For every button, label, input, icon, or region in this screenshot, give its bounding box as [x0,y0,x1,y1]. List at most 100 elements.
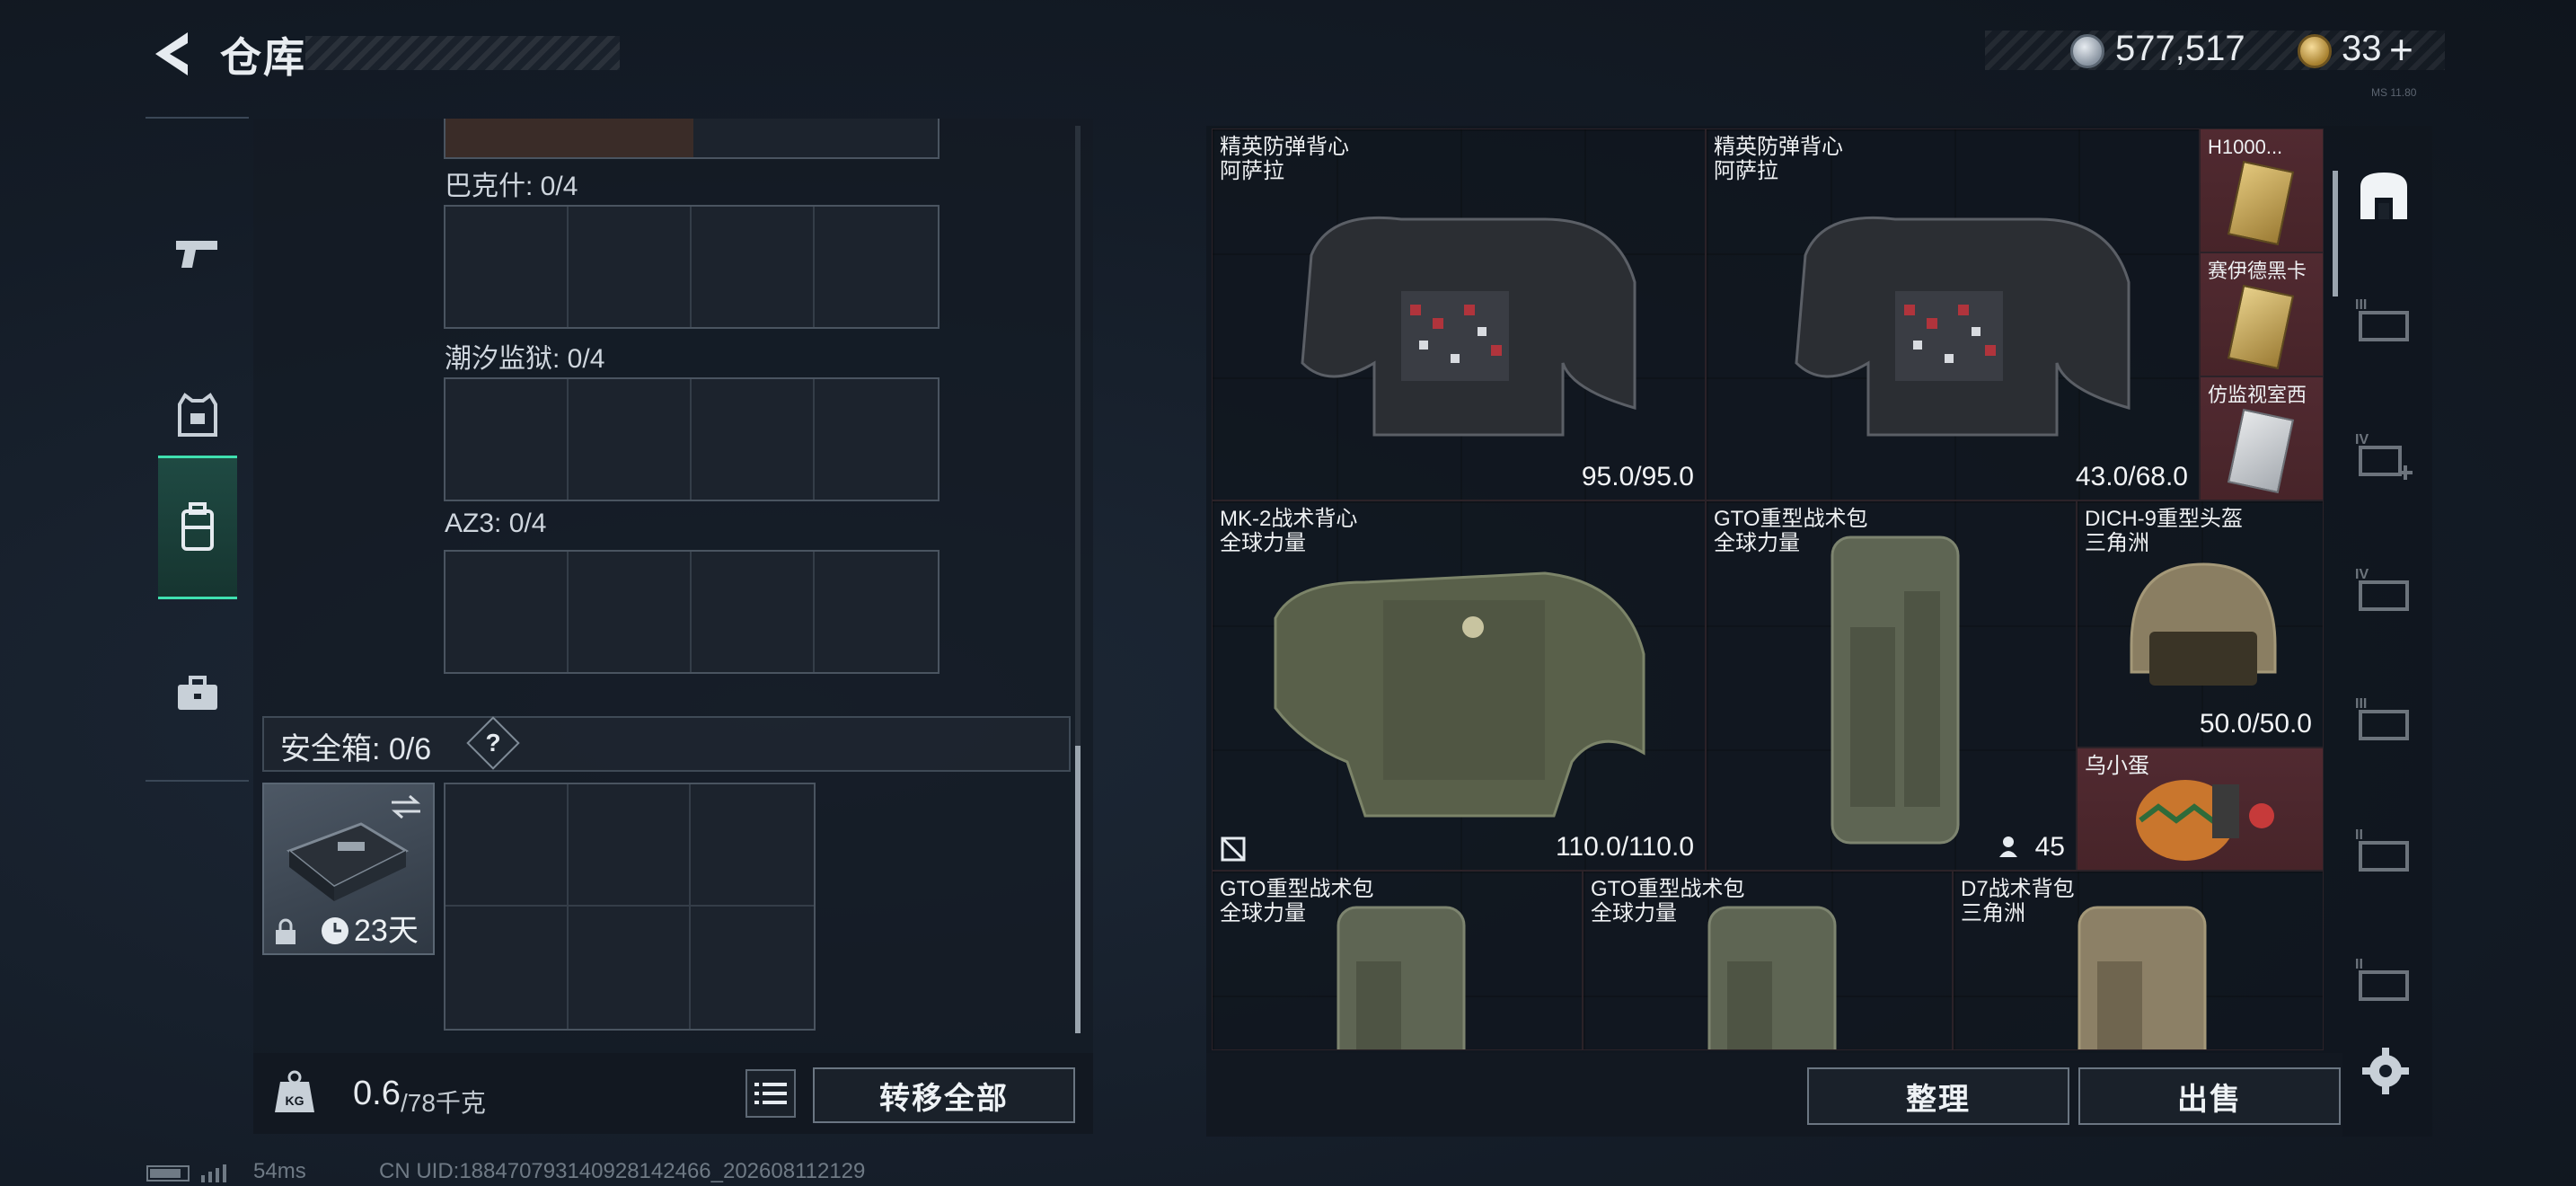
storage-tab-icon[interactable]: II [2353,954,2416,1006]
list-view-button[interactable] [745,1069,796,1118]
stash-tab-label: II [2355,828,2363,843]
version-tag: MS 11.80 [2371,86,2417,99]
container-grid[interactable] [444,377,940,501]
stash-tab-label: IV [2355,432,2369,447]
no-transfer-icon [1221,836,1246,862]
stash-tier-icon: III [2355,297,2409,341]
settings-gear-icon[interactable] [2360,1046,2411,1096]
user-uid: CN UID:18847079314092814​2466_2026081121… [379,1159,866,1183]
item-origin: 全球力量 [1220,531,1306,555]
gold-amount: 33 [2342,29,2382,68]
add-currency-button[interactable]: + [2389,25,2413,74]
storage-tab-icon[interactable]: IV [2353,429,2416,482]
warehouse-icon[interactable] [2353,167,2414,225]
item-name: 乌小蛋 [2085,754,2149,778]
item-card[interactable]: 乌小蛋 [2077,748,2324,871]
item-card[interactable]: H1000... [2200,128,2324,252]
stash-tab-label: III [2355,696,2367,712]
inventory-scrollbar[interactable] [2333,171,2338,296]
item-card[interactable]: GTO重型战术包 全球力量 [1583,871,1953,1050]
armor-vest-image [1795,216,2130,437]
item-name: 赛伊德黑卡 [2208,260,2307,282]
item-origin: 阿萨拉 [1714,159,1778,183]
gold-coin-icon [2298,34,2332,68]
lock-icon [276,918,296,944]
safebox-case-icon [287,822,410,901]
container-label: 巴克什: 0/4 [445,172,578,201]
battery-signal-icon [146,1164,226,1182]
sell-button[interactable]: 出售 [2078,1067,2341,1125]
nav-backpack[interactable] [158,456,237,599]
armor-vest-icon [178,393,217,437]
stash-tab-label: III [2355,297,2367,313]
item-origin: 全球力量 [1591,901,1677,925]
container-grid[interactable] [444,550,940,674]
safebox-grid[interactable] [444,783,816,1031]
item-origin: 全球力量 [1220,901,1306,925]
item-card[interactable]: MK-2战术背心 全球力量 110.0/110.0 [1212,500,1706,871]
help-glyph: ? [485,729,501,757]
container-grid[interactable] [444,205,940,329]
container-grid-partial[interactable] [444,119,940,159]
pistol-icon [176,241,217,268]
item-origin: 三角洲 [2085,531,2149,555]
item-card[interactable]: GTO重型战术包 全球力量 [1212,871,1583,1050]
container-label: 潮汐监狱: 0/4 [445,344,605,374]
ping-readout: 54ms [253,1159,306,1183]
item-name: GTO重型战术包 [1220,877,1374,901]
transfer-all-button[interactable]: 转移全部 [813,1067,1075,1123]
storage-tab-icon[interactable]: IV [2353,564,2416,616]
silver-amount: 577,517 [2115,29,2245,68]
item-count: 45 [2034,832,2065,862]
keycard-image [2227,160,2295,246]
user-icon [1999,836,2017,857]
item-name: GTO重型战术包 [1714,507,1868,531]
stash-tab-label: IV [2355,567,2369,582]
stash-tier-icon: IV [2355,567,2409,611]
safebox-item[interactable]: 23天 [262,783,435,955]
item-card[interactable]: D7战术背包 三角洲 [1953,871,2324,1050]
storage-tab-icon[interactable]: II [2353,825,2416,877]
backpack-image [2078,906,2207,1049]
container-label: AZ3: 0/4 [445,509,547,538]
swap-arrows-icon[interactable] [388,793,424,820]
item-name: H1000... [2208,136,2283,158]
item-card[interactable]: DICH-9重型头盔 三角洲 50.0/50.0 [2077,500,2324,748]
tactical-vest-image [1274,571,1645,818]
stash-tab-label: II [2355,957,2363,972]
item-card[interactable]: 仿监视室西 [2200,376,2324,500]
back-arrow-icon[interactable] [148,29,193,79]
item-name: D7战术背包 [1961,877,2075,901]
item-card[interactable]: 精英防弹背心 阿萨拉 95.0/95.0 [1212,128,1706,500]
helmet-image [2130,562,2277,686]
list-icon [754,1083,787,1104]
stash-add-icon: IV [2355,432,2413,480]
backpack-icon [181,502,214,551]
briefcase-icon [178,676,217,710]
backpack-image [1831,535,1960,845]
title-stripe [305,36,620,70]
nav-items[interactable] [158,622,237,766]
egg-image [2136,780,2274,861]
carry-capacity: /78千克 [401,1089,486,1117]
keycard-image [2227,408,2295,494]
sort-button[interactable]: 整理 [1807,1067,2069,1125]
item-durability: 95.0/95.0 [1581,462,1694,491]
keycard-image [2227,284,2295,370]
item-durability: 50.0/50.0 [2199,709,2312,739]
item-origin: 全球力量 [1714,531,1800,555]
item-name: DICH-9重型头盔 [2085,507,2244,531]
safebox-time-left: 23天 [354,914,419,948]
item-origin: 阿萨拉 [1220,159,1284,183]
item-card[interactable]: 精英防弹背心 阿萨拉 43.0/68.0 [1706,128,2200,500]
stash-tier-icon: II [2355,828,2409,872]
stash-tier-icon: III [2355,696,2409,740]
storage-tab-icon[interactable]: III [2353,694,2416,746]
item-name: 仿监视室西 [2208,384,2307,406]
storage-tab-icon[interactable]: III [2353,295,2416,347]
item-card[interactable]: 赛伊德黑卡 [2200,252,2324,376]
item-card[interactable]: GTO重型战术包 全球力量 45 [1706,500,2077,871]
nav-weapons[interactable] [158,181,237,325]
scrollbar-thumb[interactable] [1075,746,1081,1033]
safebox-label: 安全箱: 0/6 [280,732,432,766]
